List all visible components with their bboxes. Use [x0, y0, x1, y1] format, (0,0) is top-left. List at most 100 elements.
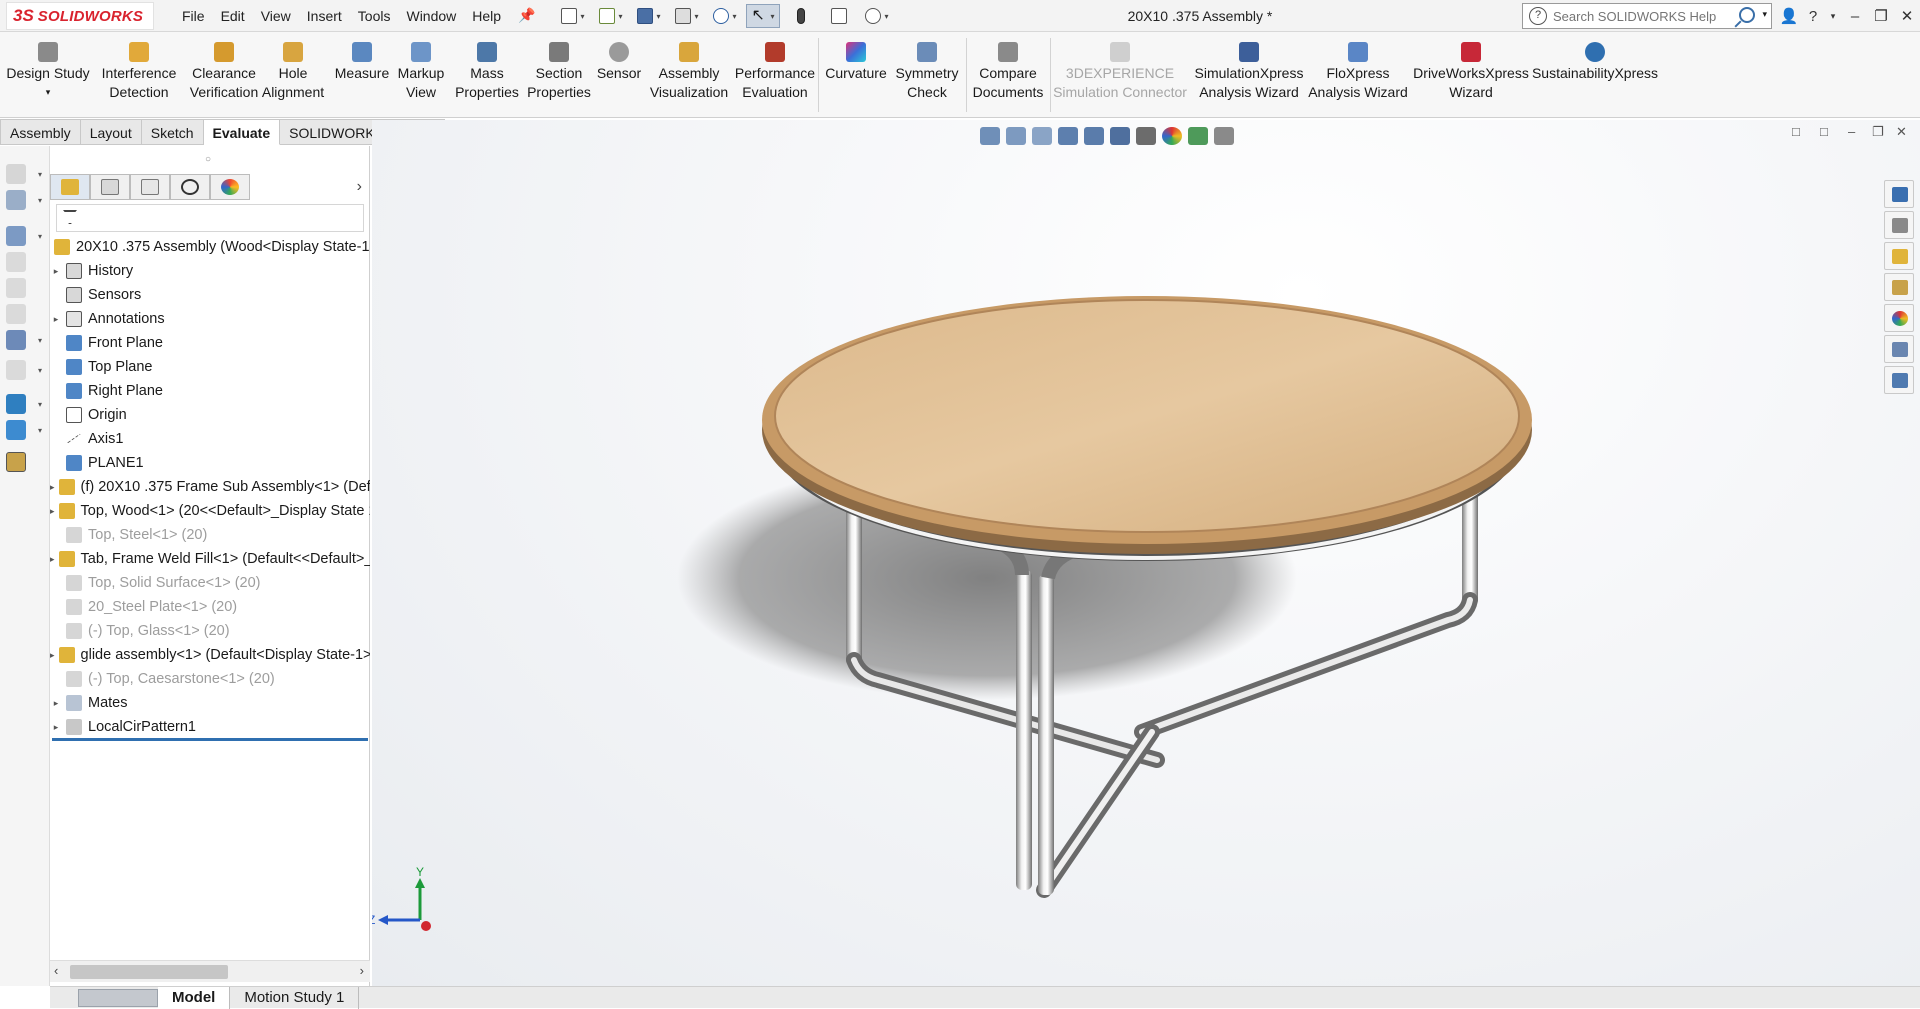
- toolbar-icon[interactable]: [6, 330, 26, 350]
- measure-button[interactable]: Measure: [330, 42, 394, 83]
- task-home-button[interactable]: [1884, 180, 1914, 208]
- design-study-button[interactable]: Design Study ▾: [6, 42, 90, 102]
- chevron-right-icon[interactable]: ›: [357, 178, 362, 196]
- menu-help[interactable]: Help: [464, 8, 509, 24]
- chevron-down-icon[interactable]: ▾: [38, 170, 42, 179]
- chevron-down-icon[interactable]: ▾: [38, 232, 42, 241]
- menu-insert[interactable]: Insert: [299, 8, 350, 24]
- chevron-down-icon[interactable]: ▾: [38, 366, 42, 375]
- sustainabilityxpress-button[interactable]: SustainabilityXpress: [1532, 42, 1658, 83]
- configurationmanager-tab[interactable]: [130, 174, 170, 200]
- graphics-area[interactable]: □ □ – ❐ ✕ Y: [372, 120, 1920, 986]
- expand-arrow-icon[interactable]: ▸: [50, 650, 55, 661]
- tree-item[interactable]: ▸ Annotations: [50, 307, 370, 331]
- tab-motion-study-1[interactable]: Motion Study 1: [230, 986, 360, 1009]
- tree-item[interactable]: (-) Top, Glass<1> (20): [50, 619, 370, 643]
- chevron-down-icon[interactable]: ▾: [38, 400, 42, 409]
- driveworksxpress-button[interactable]: DriveWorksXpress Wizard: [1410, 42, 1532, 102]
- assembly-visualization-button[interactable]: Assembly Visualization: [644, 42, 734, 102]
- chevron-down-icon[interactable]: ▾: [38, 426, 42, 435]
- tab-scroll-buttons[interactable]: [78, 988, 158, 1007]
- menu-edit[interactable]: Edit: [213, 8, 253, 24]
- expand-arrow-icon[interactable]: ▸: [50, 698, 62, 709]
- tab-assembly[interactable]: Assembly: [0, 119, 81, 145]
- hole-alignment-button[interactable]: Hole Alignment: [258, 42, 328, 102]
- tree-item[interactable]: ▸ Top, Wood<1> (20<<Default>_Display Stat…: [50, 499, 370, 523]
- rebuild-button[interactable]: [784, 4, 818, 28]
- toolbar-icon[interactable]: [6, 452, 26, 472]
- rollback-bar[interactable]: [52, 738, 368, 741]
- menu-view[interactable]: View: [253, 8, 299, 24]
- tree-item[interactable]: Top Plane: [50, 355, 370, 379]
- floxpress-button[interactable]: FloXpress Analysis Wizard: [1308, 42, 1408, 102]
- forum-button[interactable]: [1884, 366, 1914, 394]
- expand-arrow-icon[interactable]: ▸: [50, 482, 55, 493]
- toolbar-icon[interactable]: [6, 394, 26, 414]
- close-icon[interactable]: ✕: [1894, 0, 1920, 32]
- solidworks-logo[interactable]: 3S SOLIDWORKS: [6, 2, 154, 30]
- horizontal-scrollbar[interactable]: ‹ ›: [50, 960, 370, 982]
- toolbar-icon[interactable]: [6, 164, 26, 184]
- tree-item[interactable]: Front Plane: [50, 331, 370, 355]
- file-properties-button[interactable]: [822, 4, 856, 28]
- menu-file[interactable]: File: [174, 8, 213, 24]
- custom-properties-button[interactable]: [1884, 335, 1914, 363]
- new-document-button[interactable]: ▾: [556, 4, 590, 28]
- curvature-button[interactable]: Curvature: [822, 42, 890, 83]
- tree-item[interactable]: ▸ Tab, Frame Weld Fill<1> (Default<<Defau…: [50, 547, 370, 571]
- mass-properties-button[interactable]: Mass Properties: [450, 42, 524, 102]
- tab-evaluate[interactable]: Evaluate: [203, 119, 281, 145]
- print-button[interactable]: ▾: [670, 4, 704, 28]
- menu-tools[interactable]: Tools: [350, 8, 399, 24]
- expand-arrow-icon[interactable]: ▸: [50, 266, 62, 277]
- save-button[interactable]: ▾: [632, 4, 666, 28]
- clearance-verification-button[interactable]: Clearance Verification: [182, 42, 266, 102]
- expand-arrow-icon[interactable]: ▸: [50, 506, 55, 517]
- compare-documents-button[interactable]: Compare Documents: [966, 42, 1050, 102]
- toolbar-icon[interactable]: [6, 420, 26, 440]
- sensor-button[interactable]: Sensor: [594, 42, 644, 83]
- tree-item[interactable]: Origin: [50, 403, 370, 427]
- featuremanager-tab[interactable]: [50, 174, 90, 200]
- tree-item[interactable]: Top, Solid Surface<1> (20): [50, 571, 370, 595]
- view-palette-button[interactable]: [1884, 273, 1914, 301]
- file-explorer-button[interactable]: [1884, 242, 1914, 270]
- performance-evaluation-button[interactable]: Performance Evaluation: [732, 42, 818, 102]
- toolbar-icon[interactable]: [6, 252, 26, 272]
- toolbar-icon[interactable]: [6, 278, 26, 298]
- tree-item[interactable]: (-) Top, Caesarstone<1> (20): [50, 667, 370, 691]
- section-properties-button[interactable]: Section Properties: [522, 42, 596, 102]
- design-library-button[interactable]: [1884, 211, 1914, 239]
- symmetry-check-button[interactable]: Symmetry Check: [890, 42, 964, 102]
- tree-item[interactable]: ▸ Mates: [50, 691, 370, 715]
- open-button[interactable]: ▾: [594, 4, 628, 28]
- appearances-button[interactable]: [1884, 304, 1914, 332]
- select-button[interactable]: ↖ ▾: [746, 4, 780, 28]
- propertymanager-tab[interactable]: [90, 174, 130, 200]
- tab-layout[interactable]: Layout: [80, 119, 142, 145]
- user-icon[interactable]: 👤: [1776, 0, 1802, 32]
- restore-icon[interactable]: ❐: [1868, 0, 1894, 32]
- search-box[interactable]: ? ▾: [1522, 3, 1772, 29]
- markup-view-button[interactable]: Markup View: [392, 42, 450, 102]
- menu-window[interactable]: Window: [398, 8, 464, 24]
- scroll-right-icon[interactable]: ›: [360, 963, 364, 978]
- pin-icon[interactable]: 📌: [518, 7, 535, 24]
- scroll-thumb[interactable]: [70, 965, 228, 979]
- toolbar-icon[interactable]: [6, 360, 26, 380]
- displaymanager-tab[interactable]: [210, 174, 250, 200]
- simulationxpress-button[interactable]: SimulationXpress Analysis Wizard: [1190, 42, 1308, 102]
- tree-root[interactable]: 20X10 .375 Assembly (Wood<Display State-…: [50, 235, 370, 259]
- search-input[interactable]: [1553, 8, 1723, 24]
- tree-item[interactable]: ▸ LocalCirPattern1: [50, 715, 370, 739]
- tree-item[interactable]: 20_Steel Plate<1> (20): [50, 595, 370, 619]
- expand-arrow-icon[interactable]: ▸: [50, 722, 62, 733]
- chevron-down-icon[interactable]: ▾: [38, 196, 42, 205]
- expand-arrow-icon[interactable]: ▸: [50, 314, 62, 325]
- tree-item[interactable]: ▸ glide assembly<1> (Default<Display Stat…: [50, 643, 370, 667]
- options-button[interactable]: ▾: [860, 4, 894, 28]
- panel-grip[interactable]: ○: [205, 154, 211, 165]
- toolbar-icon[interactable]: [6, 304, 26, 324]
- undo-button[interactable]: ▾: [708, 4, 742, 28]
- tab-model[interactable]: Model: [158, 986, 231, 1009]
